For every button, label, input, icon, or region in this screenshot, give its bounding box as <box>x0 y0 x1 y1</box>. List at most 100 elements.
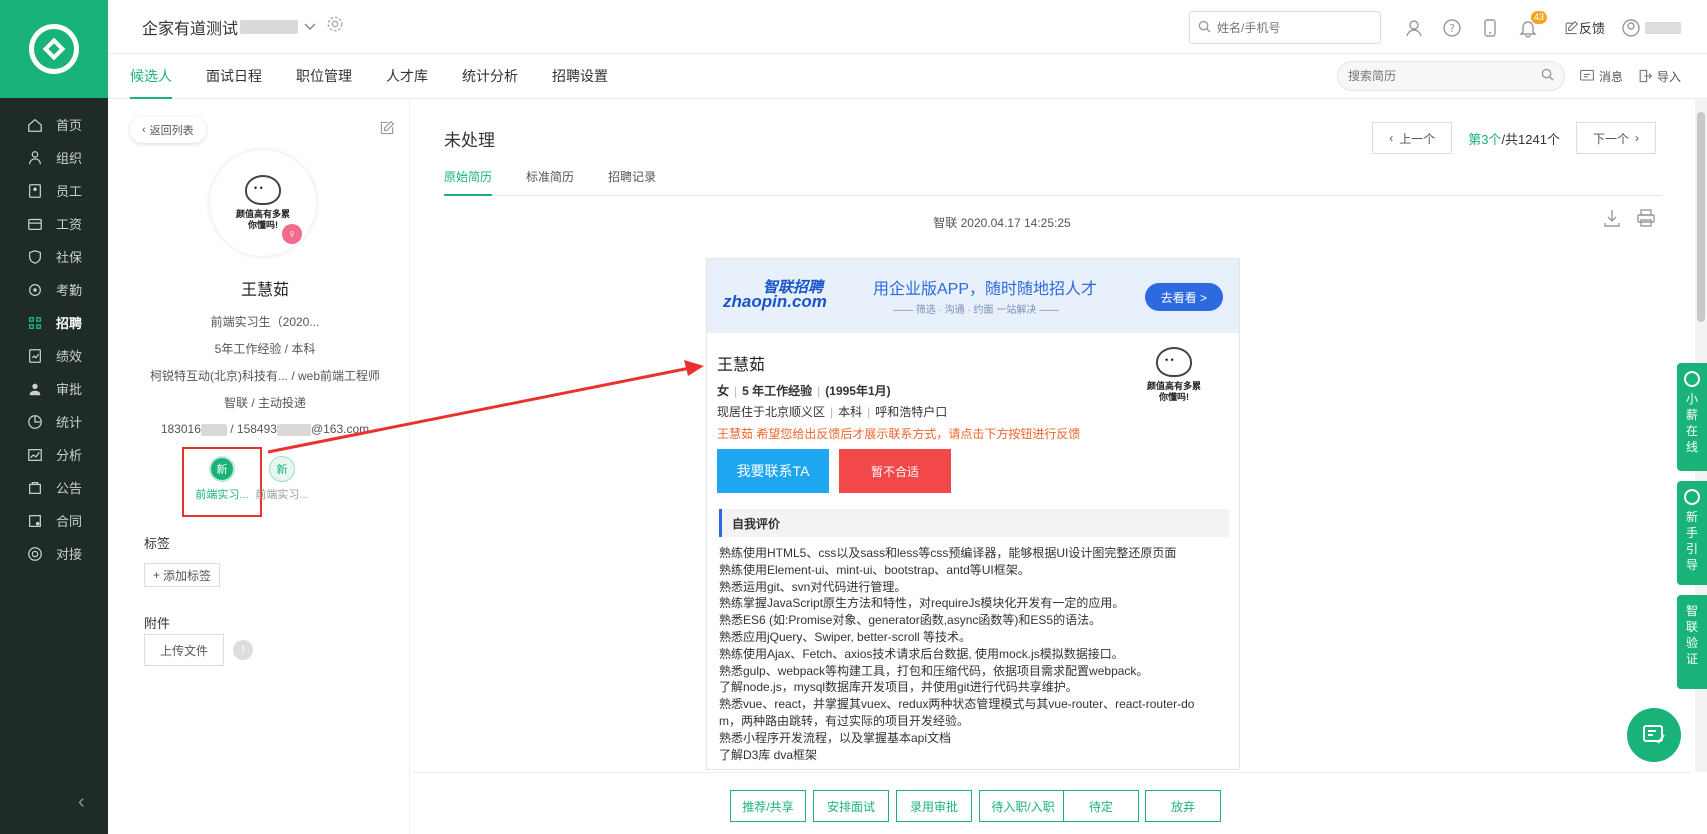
nav-item-label: 员工 <box>56 184 83 199</box>
approval-icon <box>26 380 44 398</box>
position-label: 前端实习... <box>255 489 309 501</box>
skill-line: 熟练使用HTML5、css以及sass和less等css预编译器，能够根据UI设… <box>719 546 1177 560</box>
feedback-button[interactable]: 反馈 <box>1563 18 1605 37</box>
search-icon[interactable] <box>1541 68 1554 84</box>
mobile-icon[interactable] <box>1477 15 1503 41</box>
feedback-warning: 王慧茹 希望您给出反馈后才展示联系方式，请点击下方按钮进行反馈 <box>717 427 1081 441</box>
chevron-down-icon[interactable] <box>304 18 316 36</box>
nav-item-0[interactable]: 首页 <box>0 108 108 141</box>
nav-item-8[interactable]: 审批 <box>0 372 108 405</box>
message-button[interactable]: 消息 <box>1579 68 1623 85</box>
skill-line: 熟悉小程序开发流程，以及掌握基本api文档 <box>719 730 952 745</box>
connect-icon <box>26 545 44 563</box>
side-online-chat[interactable]: 小薪在线 <box>1677 363 1707 471</box>
chevron-left-icon: ‹ <box>142 124 146 136</box>
resume-degree: 本科 <box>838 405 863 419</box>
banner-title: 用企业版APP，随时随地招人才 <box>873 281 1098 298</box>
edit-icon[interactable] <box>379 120 395 139</box>
nav-item-13[interactable]: 对接 <box>0 537 108 570</box>
chat-edit-icon <box>1643 725 1665 744</box>
global-search[interactable] <box>1188 11 1381 44</box>
nav-item-label: 工资 <box>56 217 83 232</box>
action-button-1[interactable]: 安排面试 <box>813 790 889 822</box>
nav-item-2[interactable]: 员工 <box>0 174 108 207</box>
side-beginner-guide[interactable]: 新手引导 <box>1677 481 1707 585</box>
help-icon[interactable]: ? <box>1439 15 1465 41</box>
prev-button[interactable]: ‹ 上一个 <box>1372 122 1453 154</box>
contact-candidate-button[interactable]: 我要联系TA <box>717 449 829 493</box>
add-tag-button[interactable]: + 添加标签 <box>144 563 221 587</box>
candidate-status: 未处理 <box>444 131 495 150</box>
next-button[interactable]: 下一个 › <box>1575 122 1656 154</box>
side-zhaopin-verify[interactable]: 智联验证 <box>1677 595 1707 689</box>
tab-3[interactable]: 人才库 <box>386 54 428 99</box>
skill-line: 熟悉ES6 (如:Promise对象、generator函数,async函数等)… <box>719 613 1102 628</box>
action-button-5[interactable]: 放弃 <box>1145 790 1221 822</box>
skill-line: 了解node.js，mysql数据库开发项目，并使用git进行代码共享维护。 <box>719 680 1078 695</box>
person-icon[interactable] <box>1401 15 1427 41</box>
user-avatar-icon <box>1622 18 1640 37</box>
subtab-1[interactable]: 标准简历 <box>526 168 574 196</box>
nav-item-5[interactable]: 考勤 <box>0 273 108 306</box>
chevron-left-icon: ‹ <box>1389 131 1394 145</box>
nav-item-12[interactable]: 合同 <box>0 504 108 537</box>
tab-2[interactable]: 职位管理 <box>296 54 352 99</box>
app-logo[interactable] <box>0 0 108 98</box>
upload-file-button[interactable]: 上传文件 <box>144 634 224 666</box>
banner-go-button[interactable]: 去看看 > <box>1144 283 1223 311</box>
resume-residence: 现居住于北京顺义区 <box>717 405 826 419</box>
resume-avatar: 颜值高有多累 你懂吗! <box>1139 347 1209 403</box>
tab-5[interactable]: 招聘设置 <box>552 54 608 99</box>
nav-item-7[interactable]: 绩效 <box>0 339 108 372</box>
nav-item-3[interactable]: 工资 <box>0 207 108 240</box>
tab-0[interactable]: 候选人 <box>130 54 172 99</box>
company-switcher[interactable]: 企家有道测试 <box>142 15 344 39</box>
bell-icon[interactable]: 43 <box>1515 10 1547 41</box>
info-icon[interactable]: ! <box>233 640 253 660</box>
import-button[interactable]: 导入 <box>1637 68 1681 85</box>
redacted-text <box>276 423 311 436</box>
resume-search[interactable] <box>1336 61 1565 91</box>
top-header: 企家有道测试 ? 43 反馈 <box>108 0 1707 54</box>
tab-1[interactable]: 面试日程 <box>206 54 262 99</box>
self-evaluation-header: 自我评价 <box>719 509 1229 537</box>
attachments-section-title: 附件 <box>144 616 171 631</box>
action-button-3[interactable]: 待入职/入职 <box>979 790 1067 822</box>
avatar-caption-2: 你懂吗! <box>1159 392 1189 402</box>
nav-item-10[interactable]: 分析 <box>0 438 108 471</box>
nav-item-6[interactable]: 招聘 <box>0 306 108 339</box>
download-icon[interactable] <box>1602 208 1622 231</box>
candidate-name: 王慧茹 <box>240 282 289 299</box>
scrollbar-thumb[interactable] <box>1697 112 1705 322</box>
subtab-0[interactable]: 原始简历 <box>444 168 493 196</box>
side-navigation: 首页 组织员工工资社保 考勤 招聘 绩效 审批 统计 分析 公告 合同 对接 ‹ <box>0 0 108 834</box>
redacted-username <box>1645 21 1681 34</box>
nav-item-4[interactable]: 社保 <box>0 240 108 273</box>
nav-item-1[interactable]: 组织 <box>0 141 108 174</box>
logo-icon <box>29 24 79 74</box>
subtab-2[interactable]: 招聘记录 <box>608 168 656 196</box>
skill-line: 熟悉应用jQuery、Swiper, better-scroll 等技术。 <box>719 629 972 644</box>
nav-item-11[interactable]: 公告 <box>0 471 108 504</box>
nav-item-9[interactable]: 统计 <box>0 405 108 438</box>
resume-search-input[interactable] <box>1347 69 1541 83</box>
collapse-icon[interactable]: ‹ <box>78 791 85 814</box>
side-label: 新手引导 <box>1685 510 1698 572</box>
notice-icon <box>26 479 44 497</box>
chat-fab-button[interactable] <box>1627 708 1681 762</box>
action-button-2[interactable]: 录用审批 <box>896 790 972 822</box>
recruit-icon <box>26 314 44 332</box>
chevron-right-icon: › <box>1635 131 1639 145</box>
gear-icon[interactable] <box>326 15 344 38</box>
search-input[interactable] <box>1216 20 1367 35</box>
next-label: 下一个 <box>1592 131 1629 146</box>
action-button-4[interactable]: 待定 <box>1063 790 1139 822</box>
not-suitable-button[interactable]: 暂不合适 <box>839 449 951 493</box>
applied-position-2[interactable]: 新 前端实习... <box>242 456 322 502</box>
action-button-0[interactable]: 推荐/共享 <box>730 790 806 822</box>
message-icon <box>1580 69 1594 81</box>
print-icon[interactable] <box>1636 208 1656 231</box>
user-menu[interactable] <box>1621 18 1681 38</box>
tab-4[interactable]: 统计分析 <box>462 54 518 99</box>
back-to-list-button[interactable]: ‹ 返回列表 <box>130 117 206 143</box>
